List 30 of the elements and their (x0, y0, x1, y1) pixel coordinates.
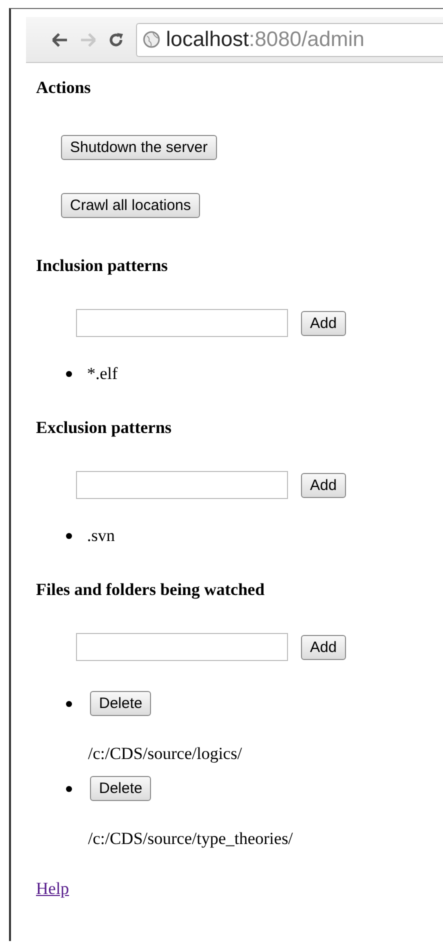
address-field[interactable]: localhost:8080/admin (136, 22, 443, 56)
section-heading: Actions (36, 78, 92, 98)
forward-arrow-icon[interactable] (80, 32, 96, 46)
pattern-input[interactable] (76, 471, 288, 499)
list-item-text: *.elf (87, 364, 118, 384)
pattern-input[interactable] (76, 633, 288, 661)
section-heading: Exclusion patterns (36, 418, 173, 438)
bullet-icon (66, 700, 72, 706)
bullet-icon (66, 371, 72, 377)
bullet-icon (66, 786, 72, 792)
reload-icon[interactable] (108, 32, 124, 48)
add-button[interactable]: Add (301, 310, 346, 336)
delete-button[interactable]: Delete (90, 691, 152, 716)
url-path: :8080/admin (248, 28, 364, 52)
list-item-text: .svn (87, 526, 115, 546)
add-button[interactable]: Add (301, 472, 346, 498)
pattern-input[interactable] (76, 309, 288, 337)
folder-path: /c:/CDS/source/type_theories/ (88, 829, 294, 849)
add-button[interactable]: Add (301, 634, 346, 660)
delete-button[interactable]: Delete (90, 776, 152, 801)
section-heading: Files and folders being watched (36, 580, 266, 600)
section-heading: Inclusion patterns (36, 256, 169, 276)
url-host: localhost (166, 28, 249, 52)
action-button[interactable]: Shutdown the server (61, 135, 217, 160)
bullet-icon (66, 533, 72, 539)
help-link[interactable]: Help (36, 879, 70, 898)
action-button[interactable]: Crawl all locations (61, 193, 200, 218)
back-arrow-icon[interactable] (52, 32, 68, 46)
globe-icon (143, 31, 160, 48)
folder-path: /c:/CDS/source/logics/ (88, 744, 243, 764)
